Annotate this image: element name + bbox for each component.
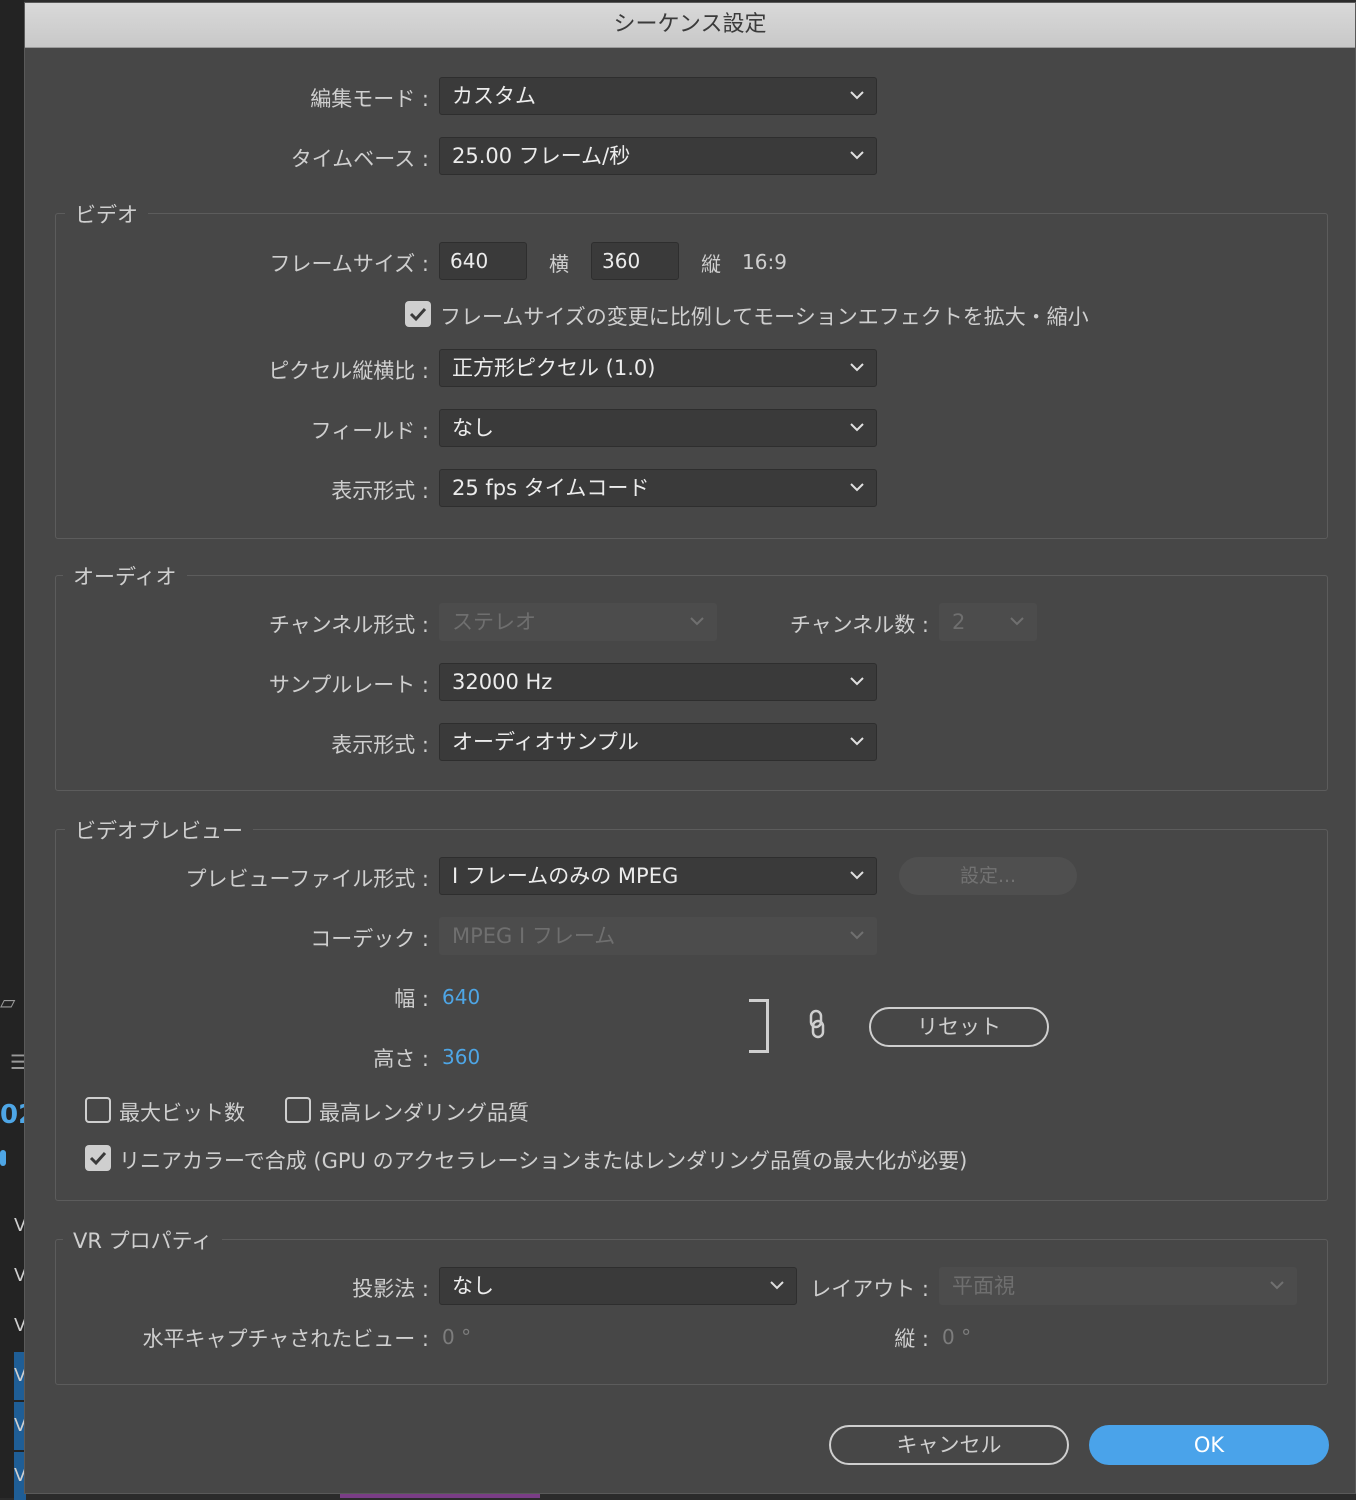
chevron-down-icon bbox=[850, 871, 864, 880]
timebase-select[interactable]: 25.00 フレーム/秒 bbox=[439, 137, 877, 175]
layout-select[interactable]: 平面視 bbox=[939, 1267, 1297, 1305]
pixel-aspect-label: ピクセル縦横比 : bbox=[268, 359, 429, 383]
edit-mode-select[interactable]: カスタム bbox=[439, 77, 877, 115]
chevron-down-icon bbox=[1270, 1281, 1284, 1290]
max-render-quality-label: 最高レンダリング品質 bbox=[319, 1101, 529, 1125]
chevron-down-icon bbox=[690, 617, 704, 626]
background-clip-strip bbox=[340, 1494, 540, 1498]
vr-properties-legend: VR プロパティ bbox=[63, 1225, 223, 1255]
frame-height-input[interactable]: 360 bbox=[591, 242, 679, 280]
chevron-down-icon bbox=[1010, 617, 1024, 626]
preview-file-format-label: プレビューファイル形式 : bbox=[185, 867, 430, 891]
vr-properties-group bbox=[55, 1239, 1328, 1385]
fields-label: フィールド : bbox=[310, 419, 429, 443]
max-bit-depth-checkbox[interactable] bbox=[85, 1097, 111, 1123]
preview-file-format-value: I フレームのみの MPEG bbox=[452, 864, 679, 888]
audio-display-format-label: 表示形式 : bbox=[331, 733, 429, 757]
sequence-settings-dialog: シーケンス設定 編集モード : カスタム タイムベース : 25.00 フレーム… bbox=[24, 2, 1356, 1494]
layout-label: レイアウト : bbox=[810, 1277, 929, 1301]
preview-width-label: 幅 : bbox=[394, 987, 429, 1011]
chevron-down-icon bbox=[850, 677, 864, 686]
edit-mode-value: カスタム bbox=[452, 84, 536, 108]
chevron-down-icon bbox=[850, 737, 864, 746]
linear-color-label: リニアカラーで合成 (GPU のアクセラレーションまたはレンダリング品質の最大化… bbox=[119, 1149, 968, 1173]
frame-width-input[interactable]: 640 bbox=[439, 242, 527, 280]
preview-width-value[interactable]: 640 bbox=[442, 985, 480, 1009]
video-preview-legend: ビデオプレビュー bbox=[65, 815, 253, 845]
dimension-bracket bbox=[749, 999, 769, 1053]
channel-count-value: 2 bbox=[952, 610, 966, 634]
fields-select[interactable]: なし bbox=[439, 409, 877, 447]
chevron-down-icon bbox=[850, 91, 864, 100]
edit-mode-label: 編集モード : bbox=[310, 87, 429, 111]
chevron-down-icon bbox=[850, 483, 864, 492]
video-legend: ビデオ bbox=[65, 199, 148, 229]
layout-value: 平面視 bbox=[952, 1274, 1015, 1298]
timebase-value: 25.00 フレーム/秒 bbox=[452, 144, 631, 168]
audio-legend: オーディオ bbox=[63, 561, 187, 591]
pixel-aspect-select[interactable]: 正方形ピクセル (1.0) bbox=[439, 349, 877, 387]
sample-rate-select[interactable]: 32000 Hz bbox=[439, 663, 877, 701]
codec-label: コーデック : bbox=[310, 927, 429, 951]
scale-motion-label: フレームサイズの変更に比例してモーションエフェクトを拡大・縮小 bbox=[440, 305, 1089, 329]
codec-select[interactable]: MPEG I フレーム bbox=[439, 917, 877, 955]
max-render-quality-checkbox[interactable] bbox=[285, 1097, 311, 1123]
audio-display-format-select[interactable]: オーディオサンプル bbox=[439, 723, 877, 761]
scale-motion-checkbox[interactable] bbox=[405, 301, 431, 327]
frame-height-unit: 縦 bbox=[701, 252, 721, 276]
video-display-format-value: 25 fps タイムコード bbox=[452, 476, 650, 500]
chevron-down-icon bbox=[850, 423, 864, 432]
max-bit-depth-label: 最大ビット数 bbox=[119, 1101, 245, 1125]
codec-value: MPEG I フレーム bbox=[452, 924, 616, 948]
chevron-down-icon bbox=[850, 363, 864, 372]
preview-height-value[interactable]: 360 bbox=[442, 1045, 480, 1069]
aspect-ratio-value: 16:9 bbox=[742, 250, 787, 274]
checkmark-icon bbox=[409, 307, 427, 322]
fields-value: なし bbox=[452, 416, 494, 440]
background-playhead bbox=[0, 1150, 6, 1166]
chevron-down-icon bbox=[850, 151, 864, 160]
video-display-format-label: 表示形式 : bbox=[331, 479, 429, 503]
chevron-down-icon bbox=[850, 931, 864, 940]
sample-rate-label: サンプルレート : bbox=[268, 673, 429, 697]
background-panel-icon: ▱ bbox=[0, 990, 16, 1014]
preview-height-label: 高さ : bbox=[373, 1047, 429, 1071]
pixel-aspect-value: 正方形ピクセル (1.0) bbox=[452, 356, 656, 380]
channel-format-value: ステレオ bbox=[452, 610, 536, 634]
link-icon[interactable] bbox=[805, 1009, 829, 1043]
horizontal-view-value: 0 ° bbox=[442, 1325, 472, 1349]
sample-rate-value: 32000 Hz bbox=[452, 670, 553, 694]
channel-format-label: チャンネル形式 : bbox=[268, 613, 429, 637]
vertical-view-label: 縦 : bbox=[894, 1327, 929, 1351]
projection-value: なし bbox=[452, 1274, 494, 1298]
reset-button[interactable]: リセット bbox=[869, 1007, 1049, 1047]
preview-file-format-select[interactable]: I フレームのみの MPEG bbox=[439, 857, 877, 895]
cancel-button[interactable]: キャンセル bbox=[829, 1425, 1069, 1465]
channel-count-select[interactable]: 2 bbox=[939, 603, 1037, 641]
timebase-label: タイムベース : bbox=[290, 147, 429, 171]
frame-size-label: フレームサイズ : bbox=[269, 252, 430, 276]
projection-label: 投影法 : bbox=[352, 1277, 429, 1301]
horizontal-view-label: 水平キャプチャされたビュー : bbox=[142, 1327, 429, 1351]
audio-display-format-value: オーディオサンプル bbox=[452, 730, 639, 754]
ok-button[interactable]: OK bbox=[1089, 1425, 1329, 1465]
vertical-view-value: 0 ° bbox=[942, 1325, 972, 1349]
linear-color-checkbox[interactable] bbox=[85, 1145, 111, 1171]
channel-count-label: チャンネル数 : bbox=[789, 613, 929, 637]
channel-format-select[interactable]: ステレオ bbox=[439, 603, 717, 641]
frame-width-unit: 横 bbox=[549, 252, 569, 276]
checkmark-icon bbox=[89, 1151, 107, 1166]
video-display-format-select[interactable]: 25 fps タイムコード bbox=[439, 469, 877, 507]
dialog-title: シーケンス設定 bbox=[25, 3, 1355, 48]
preview-settings-button[interactable]: 設定... bbox=[899, 857, 1077, 895]
